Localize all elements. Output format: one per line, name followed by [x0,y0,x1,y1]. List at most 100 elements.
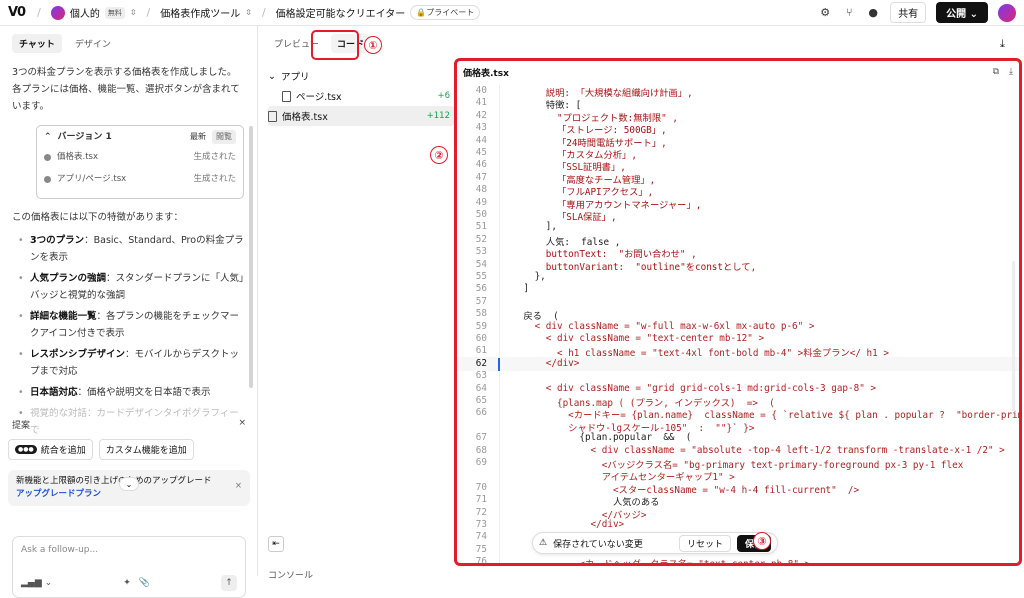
integration-icons: ●●● [15,445,37,454]
close-icon[interactable]: × [238,418,246,431]
editor-scrollbar[interactable] [1012,261,1015,411]
reset-button[interactable]: リセット [678,534,731,552]
model-selector-icon[interactable]: ▂▄▆ ⌄ [21,578,52,588]
line-number: 52 [475,233,487,245]
line-number: 61 [475,345,487,357]
version-file-status: 生成された [193,152,236,162]
file-panel: プレビュー コード ① ⌄ アプリ ページ.tsx +6 価格表.tsx +11… [258,26,454,576]
line-number: 71 [475,494,487,506]
chat-messages[interactable]: 3つの料金プランを表示する価格表を作成しました。各プランには価格、機能一覧、選択… [12,64,244,438]
add-integration-chip[interactable]: ●●● 統合を追加 [8,439,93,460]
file-name: 価格表.tsx [282,112,328,123]
line-number: 46 [475,159,487,171]
unsaved-label: 保存されていない変更 [553,539,643,550]
privacy-badge[interactable]: 🔒プライベート [410,5,481,20]
version-file-row[interactable]: アプリ/ページ.tsx 生成された [44,172,236,186]
check-icon [44,175,51,183]
line-number: 73 [475,519,487,530]
copy-icon[interactable]: ⧉ [993,67,999,77]
tab-design[interactable]: デザイン [68,34,118,53]
features-intro: この価格表には以下の特徴があります： [12,212,184,223]
version-latest: 最新 [190,132,206,141]
version-file-status: 生成された [193,174,236,184]
line-number: 41 [475,97,487,109]
version-file-row[interactable]: 価格表.tsx 生成された [44,150,236,164]
line-number: 40 [475,85,487,96]
line-number: 70 [475,481,487,493]
tab-chat[interactable]: チャット [12,34,62,53]
chat-title-crumb[interactable]: 価格設定可能なクリエイター 🔒プライベート [276,5,481,20]
breadcrumb-separator: / [261,6,266,19]
feature-item: レスポンシブデザイン：モバイルからデスクトップまで対応 [12,346,244,380]
assistant-intro: 3つの料金プランを表示する価格表を作成しました。各プランには価格、機能一覧、選択… [12,67,240,112]
editor-tools: ⧉ ⤓ [993,67,1013,77]
line-number: 67 [475,432,487,444]
code-editor[interactable]: 価格表.tsx ⧉ ⤓ 40 説明: 「大規模な組織向け計画」, 41 特徴: [… [454,58,1022,566]
publish-button[interactable]: 公開 ⌄ [936,2,988,23]
check-icon [44,153,51,161]
unsaved-changes-bar: ⚠ 保存されていない変更 リセット 保存 [532,532,778,554]
file-item-pricing[interactable]: 価格表.tsx +112 [268,106,454,126]
share-button[interactable]: 共有 [890,2,927,23]
line-number: 56 [475,283,487,295]
chevron-down-icon[interactable]: ⌄ [119,477,139,491]
breadcrumb-separator: / [146,6,151,19]
project-switcher[interactable]: 価格表作成ツール ⇳ [160,5,252,20]
line-number: 45 [475,147,487,158]
feature-item: 3つのプラン：Basic、Standard、Proの料金プランを表示 [12,232,244,266]
download-icon[interactable]: ⤓ [1009,67,1013,77]
feature-item: 詳細な機能一覧：各プランの機能をチェックマークアイコン付きで表示 [12,308,244,342]
code-area[interactable]: 40 説明: 「大規模な組織向け計画」, 41 特徴: [42 "プロジェクト数:… [457,85,1019,563]
folder-app[interactable]: ⌄ アプリ [268,66,454,86]
console-tab[interactable]: コンソール [268,568,313,581]
add-custom-feature-chip[interactable]: カスタム機能を追加 [98,439,194,460]
version-view-button[interactable]: 閲覧 [212,130,236,144]
editor-filename: 価格表.tsx [463,68,509,79]
collapse-icon[interactable]: ⌃ [44,130,52,144]
sparkle-icon[interactable]: ✦ [123,578,131,588]
line-number: 50 [475,209,487,220]
attach-icon[interactable]: 📎 [139,578,150,588]
arrow-up-icon: ↑ [225,578,233,588]
feature-text: ：価格や説明文を日本語で表示 [77,387,211,398]
annotation-marker-2: ② [430,146,448,164]
github-icon[interactable]: ● [866,6,880,20]
line-number: 72 [475,506,487,518]
line-number: 76 [475,556,487,566]
line-number: 49 [475,196,487,208]
privacy-label: プライベート [426,8,475,17]
collapse-sidebar-icon[interactable]: ⇤ [268,536,284,552]
file-item-page[interactable]: ページ.tsx +6 [268,86,454,106]
line-number: 47 [475,171,487,183]
workspace-switcher[interactable]: 個人的 無料 ⇳ [50,5,137,20]
line-number: 58 [475,308,487,320]
code-line: }, [501,271,546,282]
line-number: 57 [475,295,487,307]
user-avatar[interactable] [998,3,1016,22]
send-button[interactable]: ↑ [221,575,237,591]
version-card[interactable]: ⌃ バージョン 1 最新 閲覧 価格表.tsx 生成された アプリ/ページ.ts… [36,125,244,199]
warning-icon: ⚠ [539,538,548,548]
input-toolbar: ▂▄▆ ⌄ ✦ 📎 ↑ [21,575,237,591]
chat-title: 価格設定可能なクリエイター [275,9,406,20]
line-number: 55 [475,271,487,282]
close-icon[interactable]: × [235,480,242,493]
fork-icon[interactable]: ⑂ [842,6,856,20]
code-line: < div className = "absolute -top-4 left-… [501,444,1005,456]
line-number: 42 [475,109,487,121]
added-lines: +112 [426,111,450,121]
chat-scrollbar[interactable] [249,126,253,388]
chat-panel: チャット デザイン 3つの料金プランを表示する価格表を作成しました。各プランには… [0,26,258,598]
line-number: 59 [475,320,487,332]
followup-input[interactable]: Ask a follow-up... ▂▄▆ ⌄ ✦ 📎 ↑ [12,536,246,598]
suggestion-label: 提案 [12,421,31,431]
version-file-name: アプリ/ページ.tsx [57,174,127,184]
chip-label: カスタム機能を追加 [105,446,187,456]
upgrade-link[interactable]: アップグレードプラン [16,489,101,499]
highlight-box-code-tab [311,30,359,60]
line-number: 68 [475,444,487,456]
line-number: 54 [475,258,487,270]
settings-icon[interactable]: ⚙ [818,6,832,20]
v0-logo[interactable]: V0 [8,5,26,20]
download-icon[interactable]: ⤓ [1000,37,1005,51]
